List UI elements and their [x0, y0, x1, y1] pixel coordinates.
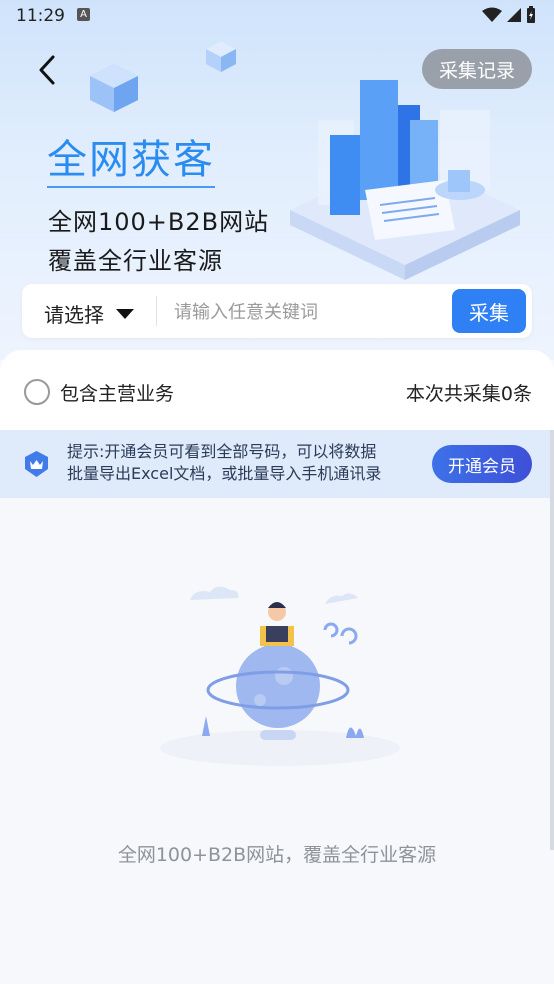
- hero-subtitle-1: 全网100+B2B网站: [48, 208, 270, 236]
- cube-decoration-icon: [206, 41, 236, 72]
- keyword-input[interactable]: [172, 294, 446, 330]
- hero-title: 全网获客: [47, 136, 215, 188]
- hero-subtitle-2: 覆盖全行业客源: [48, 247, 223, 275]
- signal-icon: [507, 8, 521, 22]
- membership-tip-bar: 提示:开通会员可看到全部号码，可以将数据 批量导出Excel文档，或批量导入手机…: [0, 430, 554, 498]
- city-data-illustration: [290, 80, 520, 280]
- tip-line-1: 提示:开通会员可看到全部号码，可以将数据: [67, 442, 377, 461]
- empty-state: 全网100+B2B网站，覆盖全行业客源: [0, 498, 554, 984]
- tip-line-2: 批量导出Excel文档，或批量导入手机通讯录: [67, 464, 382, 483]
- include-main-business-label[interactable]: 包含主营业务: [60, 379, 174, 406]
- open-membership-button[interactable]: 开通会员: [432, 445, 532, 483]
- back-button[interactable]: [30, 52, 66, 88]
- caret-down-icon: [116, 308, 134, 319]
- crown-icon: [25, 451, 48, 477]
- system-icons: [482, 6, 536, 24]
- category-select-label: 请选择: [44, 303, 104, 327]
- battery-icon: [527, 6, 535, 23]
- collect-button[interactable]: 采集: [452, 289, 526, 333]
- wifi-icon: [482, 7, 502, 22]
- chevron-left-icon: [39, 55, 55, 85]
- cube-decoration-icon: [90, 64, 138, 112]
- tip-text: 提示:开通会员可看到全部号码，可以将数据 批量导出Excel文档，或批量导入手机…: [67, 441, 423, 485]
- status-bar: 11:29 A: [0, 0, 554, 32]
- include-main-business-radio[interactable]: [24, 379, 50, 405]
- collection-count: 本次共采集0条: [405, 383, 532, 405]
- search-bar: 请选择 采集: [22, 284, 532, 338]
- category-select[interactable]: 请选择: [44, 299, 134, 328]
- planet-reader-illustration: [160, 586, 400, 766]
- empty-message: 全网100+B2B网站，覆盖全行业客源: [117, 844, 437, 866]
- status-time: 11:29: [16, 6, 65, 26]
- notification-icon: A: [77, 8, 90, 21]
- divider: [156, 296, 157, 326]
- scrollbar[interactable]: [550, 430, 554, 850]
- options-panel: 包含主营业务 本次共采集0条: [0, 350, 554, 430]
